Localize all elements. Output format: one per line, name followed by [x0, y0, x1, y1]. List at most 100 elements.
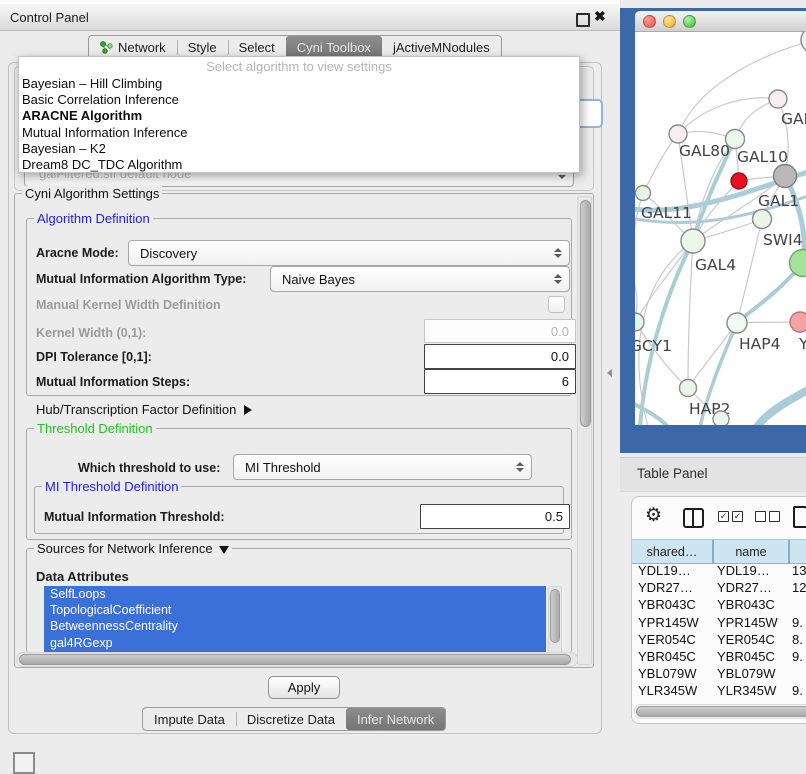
select-all-checkbox-icon[interactable]: ✓ — [718, 511, 729, 522]
mi-algorithm-type-combobox[interactable]: Naive Bayes — [270, 266, 570, 292]
float-panel-icon[interactable] — [576, 13, 590, 27]
table-row[interactable]: YBL079W YBL079W — [632, 665, 806, 682]
aracne-mode-label: Aracne Mode: — [36, 246, 119, 260]
cyni-settings-legend: Cyni Algorithm Settings — [22, 186, 162, 201]
network-node-label: GAL4 — [695, 256, 736, 274]
table-row[interactable]: YIL053C YIL053C 9. — [632, 700, 806, 704]
data-attributes-list[interactable]: SelfLoopsTopologicalCoefficientBetweenne… — [44, 586, 546, 652]
network-node[interactable] — [636, 186, 651, 201]
network-node[interactable] — [669, 125, 687, 143]
which-threshold-label: Which threshold to use: — [78, 461, 220, 475]
network-node[interactable] — [731, 173, 747, 189]
hub-definition-section[interactable]: Hub/Transcription Factor Definition — [36, 402, 252, 417]
manual-kernel-width-checkbox[interactable] — [548, 296, 565, 313]
combo-arrows-icon — [516, 462, 523, 472]
network-node-label: SWI4 — [763, 231, 803, 249]
network-canvas[interactable]: GALGAL80GAL10GAL1GAL11SWI4GAL4GCY1HAP4YH… — [635, 31, 806, 425]
settings-vscrollbar[interactable] — [577, 196, 592, 665]
splitter-handle[interactable] — [607, 369, 612, 377]
dpi-tolerance-label: DPI Tolerance [0,1]: — [36, 350, 152, 364]
attributes-scrollbar[interactable] — [548, 586, 562, 654]
settings-hscrollbar-thumb[interactable] — [19, 654, 571, 665]
attribute-item[interactable]: SelfLoops — [44, 586, 546, 602]
table-row[interactable]: YER054C YER054C 8. — [632, 631, 806, 648]
table-row[interactable]: YBR043C YBR043C — [632, 596, 806, 613]
kernel-width-label: Kernel Width (0,1): — [36, 326, 146, 340]
table-panel-header: Table Panel — [620, 457, 806, 492]
algorithm-list: Bayesian – Hill ClimbingBasic Correlatio… — [19, 76, 579, 173]
mi-threshold-input[interactable]: 0.5 — [420, 504, 570, 529]
mi-steps-label: Mutual Information Steps: — [36, 375, 190, 389]
network-node[interactable] — [774, 165, 797, 188]
network-node[interactable] — [681, 229, 705, 253]
table-header-row: shared… name — [632, 539, 806, 564]
network-node[interactable] — [635, 313, 644, 331]
table-row[interactable]: YDL19… YDL19… 13 — [632, 562, 806, 579]
column-layout-icon[interactable] — [683, 508, 704, 528]
aracne-mode-combobox[interactable]: Discovery — [128, 240, 570, 266]
column-header-name[interactable]: name — [712, 540, 788, 563]
algorithm-option[interactable]: Dream8 DC_TDC Algorithm — [19, 157, 579, 173]
network-node[interactable] — [753, 210, 772, 229]
network-node[interactable] — [726, 130, 745, 149]
expand-right-icon[interactable] — [244, 405, 252, 415]
close-panel-icon[interactable]: ✖ — [594, 8, 606, 25]
table-row[interactable]: YBR045C YBR045C 9. — [632, 648, 806, 665]
deselect-checkbox-icon[interactable] — [755, 511, 766, 522]
table-row[interactable]: YPR145W YPR145W 9. — [632, 614, 806, 631]
attributes-scrollbar-thumb[interactable] — [550, 589, 560, 643]
tab-impute-data[interactable]: Impute Data — [143, 708, 236, 730]
algorithm-option[interactable]: Bayesian – Hill Climbing — [19, 76, 579, 92]
combo-arrows-icon — [554, 248, 561, 258]
column-header-shared[interactable]: shared… — [632, 540, 712, 563]
table-row[interactable]: YLR345W YLR345W 9. — [632, 682, 806, 699]
data-attributes-label: Data Attributes — [36, 569, 129, 584]
network-node[interactable] — [727, 313, 747, 333]
mi-steps-input[interactable]: 6 — [424, 369, 576, 394]
attribute-item[interactable]: gal4RGexp — [44, 635, 546, 651]
dpi-tolerance-input[interactable]: 0.0 — [424, 344, 576, 369]
network-icon — [100, 41, 113, 54]
table-hscrollbar[interactable] — [634, 704, 806, 719]
tab-infer-network[interactable]: Infer Network — [346, 708, 445, 730]
network-node-label: GCY1 — [635, 337, 672, 355]
column-header-extra[interactable] — [788, 540, 806, 563]
network-node[interactable] — [801, 31, 806, 53]
close-window-icon[interactable] — [643, 15, 656, 28]
network-node[interactable] — [680, 380, 697, 397]
settings-hscrollbar[interactable] — [16, 652, 578, 667]
algorithm-option[interactable]: ARACNE Algorithm — [19, 108, 579, 124]
tab-discretize-data[interactable]: Discretize Data — [236, 708, 346, 730]
which-threshold-combobox[interactable]: MI Threshold — [233, 454, 532, 480]
table-hscrollbar-thumb[interactable] — [636, 706, 806, 717]
collapse-down-icon[interactable] — [219, 546, 229, 554]
network-node-label: HAP4 — [739, 335, 780, 353]
algorithm-option[interactable]: Mutual Information Inference — [19, 125, 579, 141]
table-toolbar: ⚙ ✓ ✓ — [632, 497, 806, 539]
minimize-window-icon[interactable] — [663, 15, 676, 28]
attribute-item[interactable]: TopologicalCoefficient — [44, 602, 546, 618]
network-node[interactable] — [769, 90, 787, 108]
apply-button[interactable]: Apply — [268, 676, 340, 699]
network-node[interactable] — [713, 411, 729, 425]
settings-vscrollbar-thumb[interactable] — [580, 200, 591, 427]
docked-panel-icon[interactable] — [13, 752, 35, 774]
algorithm-option[interactable]: Basic Correlation Inference — [19, 92, 579, 108]
algorithm-option[interactable]: Bayesian – K2 — [19, 141, 579, 157]
network-node[interactable] — [790, 312, 806, 332]
kernel-width-input[interactable]: 0.0 — [424, 319, 576, 343]
mi-algorithm-type-label: Mutual Information Algorithm Type: — [36, 272, 246, 286]
document-icon[interactable] — [793, 506, 806, 528]
select-all-checkbox-icon2[interactable]: ✓ — [732, 511, 743, 522]
manual-kernel-width-label: Manual Kernel Width Definition — [36, 298, 221, 312]
network-node-label: Y — [798, 335, 806, 353]
attribute-item[interactable]: BetweennessCentrality — [44, 618, 546, 634]
gear-icon[interactable]: ⚙ — [645, 504, 662, 527]
zoom-window-icon[interactable] — [683, 15, 696, 28]
table-panel-box: ⚙ ✓ ✓ shared… name YDL19… YDL19… 13 YDR2… — [631, 496, 806, 724]
table-row[interactable]: YDR27… YDR27… 12 — [632, 579, 806, 596]
table-rows: YDL19… YDL19… 13 YDR27… YDR27… 12 YBR043… — [632, 562, 806, 703]
network-node-label: GAL1 — [758, 192, 799, 210]
deselect-checkbox-icon2[interactable] — [769, 511, 780, 522]
bottom-tabbar: Impute Data Discretize Data Infer Networ… — [142, 707, 446, 731]
